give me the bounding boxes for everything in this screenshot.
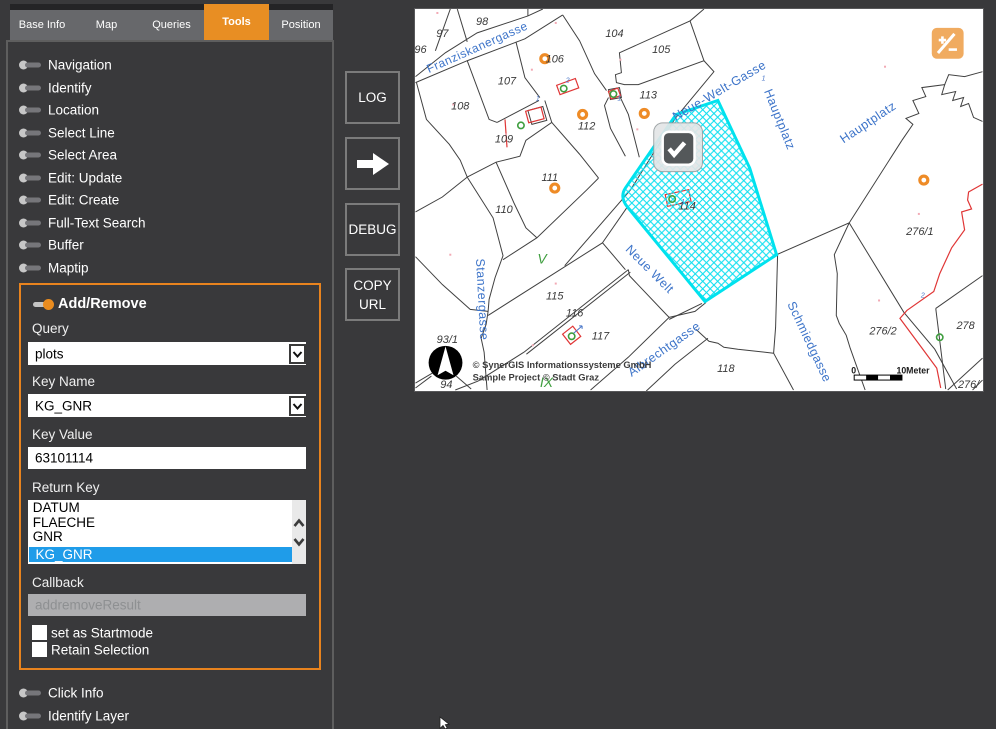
svg-text:© SynerGIS Informationssysteme: © SynerGIS Informationssysteme GmbH (473, 360, 652, 370)
svg-text:10Meter: 10Meter (896, 366, 930, 376)
svg-text:97: 97 (436, 28, 449, 40)
svg-text:118: 118 (717, 363, 735, 375)
svg-text:93/1: 93/1 (437, 334, 458, 346)
svg-text:1: 1 (617, 96, 621, 103)
svg-text:105: 105 (652, 44, 671, 56)
svg-text:98: 98 (476, 16, 489, 28)
svg-text:Schmiedgasse: Schmiedgasse (784, 299, 834, 384)
svg-text:Sample Project © Stadt Graz: Sample Project © Stadt Graz (473, 373, 600, 383)
svg-text:1: 1 (536, 96, 540, 103)
svg-text:2: 2 (565, 78, 570, 85)
svg-text:116: 116 (566, 307, 584, 319)
svg-text:276/1: 276/1 (905, 226, 933, 238)
svg-text:112: 112 (578, 120, 595, 132)
svg-text:1: 1 (681, 199, 685, 206)
svg-text:Hauptplatz: Hauptplatz (837, 99, 898, 146)
svg-text:109: 109 (495, 133, 513, 145)
svg-text:1: 1 (762, 76, 766, 83)
svg-text:113: 113 (640, 90, 657, 102)
svg-text:111: 111 (541, 172, 558, 184)
svg-text:V: V (537, 251, 548, 267)
svg-text:106: 106 (546, 54, 565, 66)
svg-text:96: 96 (414, 44, 427, 56)
svg-text:104: 104 (605, 28, 623, 40)
svg-text:108: 108 (451, 100, 470, 112)
svg-text:110: 110 (495, 204, 512, 216)
svg-text:117: 117 (592, 330, 610, 342)
svg-text:Stanzergasse: Stanzergasse (473, 258, 491, 341)
svg-text:107: 107 (498, 76, 517, 88)
svg-text:276/2: 276/2 (868, 325, 896, 337)
svg-text:94: 94 (440, 379, 452, 391)
svg-text:2: 2 (920, 292, 925, 299)
svg-text:115: 115 (546, 290, 564, 302)
svg-text:Hauptplatz: Hauptplatz (761, 87, 798, 152)
svg-text:278: 278 (955, 320, 975, 332)
svg-text:0: 0 (851, 366, 856, 376)
svg-text:276/: 276/ (957, 379, 980, 391)
